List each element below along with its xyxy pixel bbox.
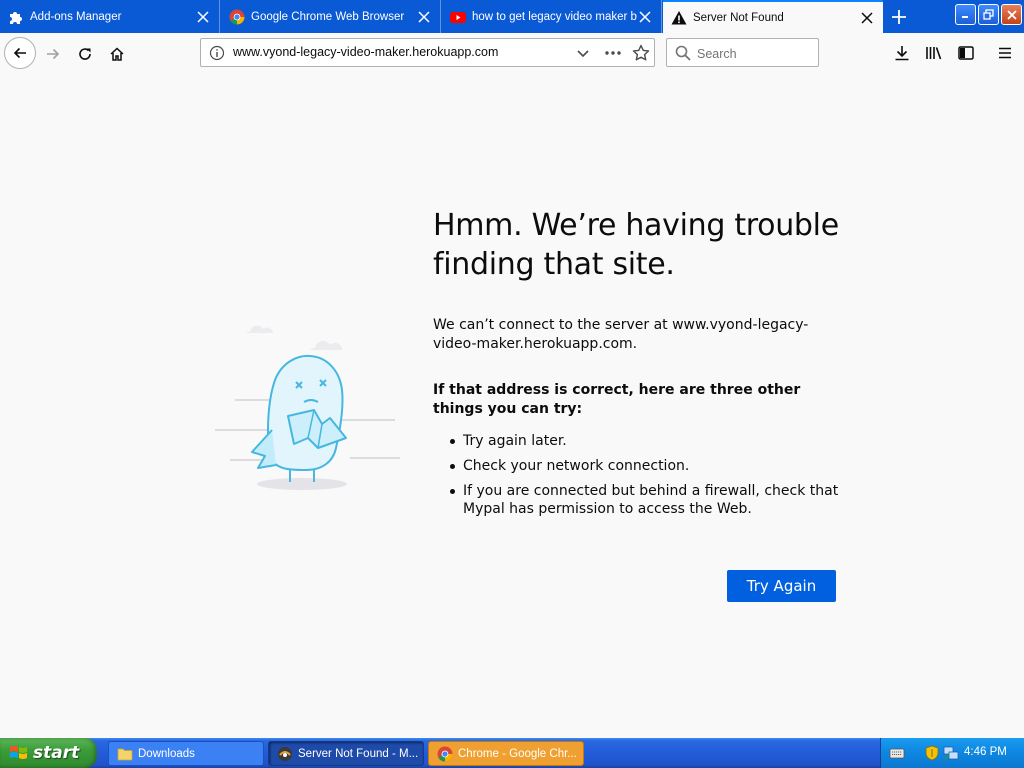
suggestion-item: If you are connected but behind a firewa… [433, 482, 843, 518]
download-icon [895, 46, 909, 61]
suggestions-list: Try again later. Check your network conn… [433, 432, 843, 525]
new-tab-button[interactable] [885, 4, 913, 30]
hamburger-menu-icon [999, 47, 1011, 59]
taskbar-item-chrome[interactable]: Chrome - Google Chr... [428, 741, 584, 766]
tab-google-chrome[interactable]: Google Chrome Web Browser [221, 0, 441, 33]
error-description: We can’t connect to the server at www.vy… [433, 317, 809, 352]
url-text[interactable]: www.vyond-legacy-video-maker.herokuapp.c… [233, 45, 498, 59]
reload-button[interactable] [72, 41, 98, 67]
clock: 4:46 PM [964, 746, 1007, 758]
page-actions-icon[interactable] [603, 45, 623, 65]
restore-icon [983, 9, 994, 20]
taskbar-item-label: Downloads [138, 747, 195, 760]
taskbar-item-mypal[interactable]: Server Not Found - M... [268, 741, 424, 766]
sidebar-icon [958, 46, 974, 60]
window-close-button[interactable] [1001, 4, 1022, 25]
network-icon[interactable] [943, 745, 959, 761]
minimize-icon [962, 16, 968, 18]
taskbar-item-downloads[interactable]: Downloads [108, 741, 264, 766]
library-icon [926, 47, 942, 60]
start-button[interactable]: start [0, 738, 97, 768]
tab-label: Add-ons Manager [30, 10, 122, 23]
navigation-toolbar: www.vyond-legacy-video-maker.herokuapp.c… [0, 33, 1024, 75]
plus-icon [892, 10, 906, 24]
chevron-down-icon[interactable] [575, 45, 591, 65]
error-illustration [210, 320, 405, 499]
menu-button[interactable] [993, 41, 1017, 65]
chrome-icon [229, 9, 245, 25]
puzzle-icon [8, 9, 24, 25]
suggestions-heading: If that address is correct, here are thr… [433, 382, 801, 417]
restore-button[interactable] [978, 4, 999, 25]
tab-label: how to get legacy video maker ba [472, 10, 637, 23]
sidebar-button[interactable] [954, 41, 978, 65]
search-icon [675, 45, 691, 65]
system-tray: 4:46 PM [880, 738, 1024, 768]
tab-label: Google Chrome Web Browser [251, 10, 405, 23]
home-icon [110, 47, 124, 61]
windows-logo-icon [9, 744, 29, 762]
arrow-right-icon [47, 48, 60, 60]
taskbar-item-label: Chrome - Google Chr... [458, 747, 577, 760]
info-icon[interactable] [209, 45, 225, 65]
close-icon[interactable] [416, 9, 432, 25]
tab-server-not-found[interactable]: Server Not Found [663, 0, 883, 33]
close-icon[interactable] [637, 9, 653, 25]
tab-label: Server Not Found [693, 11, 784, 24]
try-again-button[interactable]: Try Again [727, 570, 836, 602]
youtube-icon [450, 9, 466, 25]
home-button[interactable] [104, 41, 130, 67]
arrow-left-icon [13, 47, 26, 59]
close-icon[interactable] [195, 9, 211, 25]
taskbar: start Downloads Server Not Found - M... … [0, 738, 1024, 768]
forward-button[interactable] [40, 41, 66, 67]
close-icon[interactable] [859, 10, 875, 26]
taskbar-item-label: Server Not Found - M... [298, 747, 419, 760]
suggestion-item: Check your network connection. [433, 457, 843, 475]
reload-icon [79, 48, 91, 60]
star-icon[interactable] [632, 44, 650, 66]
tab-strip: Add-ons Manager Google Chrome Web Browse… [0, 0, 1024, 33]
url-bar[interactable]: www.vyond-legacy-video-maker.herokuapp.c… [200, 38, 655, 67]
mypal-icon [277, 746, 293, 762]
page-content: Hmm. We’re having trouble finding that s… [0, 74, 1024, 738]
search-bar[interactable] [666, 38, 819, 67]
chrome-icon [437, 746, 453, 762]
back-button[interactable] [4, 37, 36, 69]
folder-icon [117, 746, 133, 762]
start-label: start [33, 743, 80, 763]
tab-youtube-video[interactable]: how to get legacy video maker ba [442, 0, 662, 33]
suggestion-item: Try again later. [433, 432, 843, 450]
warning-icon [671, 10, 687, 26]
keyboard-icon[interactable] [889, 746, 905, 760]
library-button[interactable] [922, 41, 946, 65]
tab-addons-manager[interactable]: Add-ons Manager [0, 0, 220, 33]
minimize-button[interactable] [955, 4, 976, 25]
close-icon [1006, 9, 1017, 20]
downloads-button[interactable] [890, 41, 914, 65]
search-input[interactable] [695, 43, 817, 64]
security-shield-icon[interactable] [925, 745, 939, 761]
error-title: Hmm. We’re having trouble finding that s… [433, 208, 839, 282]
